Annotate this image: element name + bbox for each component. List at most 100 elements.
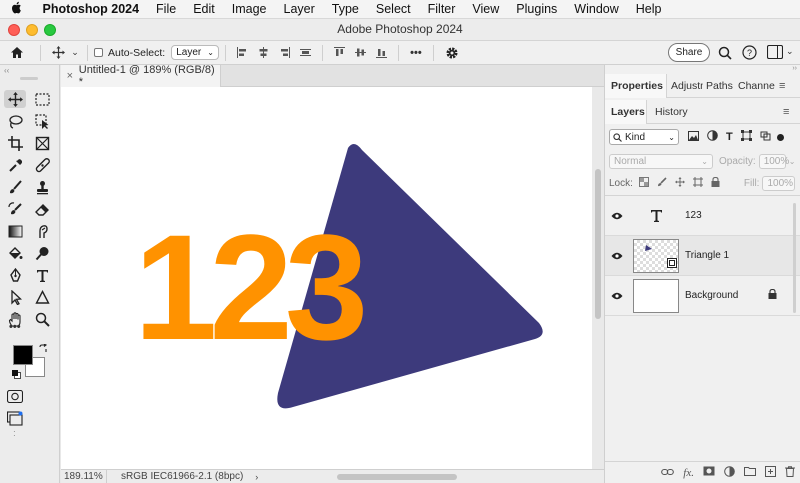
more-options-button[interactable]: ••• [405,47,427,59]
align-bottom-edges-icon[interactable] [371,47,392,58]
layer-row-123[interactable]: 123 [605,196,800,236]
vertical-scrollbar[interactable] [592,87,604,469]
fill-input[interactable]: 100% [762,175,796,191]
link-layers-icon[interactable] [661,467,675,479]
gear-icon[interactable] [440,46,464,60]
distribute-vertical-icon[interactable] [295,47,316,58]
blend-mode-dropdown[interactable]: Normal ⌄ [609,153,713,169]
history-brush-tool[interactable] [4,200,26,218]
search-icon[interactable] [718,46,732,60]
panel-grip[interactable] [20,77,38,80]
chevron-down-icon[interactable]: ⌄ [786,46,794,57]
screen-mode-icon[interactable] [4,409,26,427]
layers-scrollbar[interactable] [793,203,796,313]
align-top-edges-icon[interactable] [329,47,350,58]
share-button[interactable]: Share [668,43,710,62]
smart-object-filter-icon[interactable] [760,130,771,144]
menu-image[interactable]: Image [223,2,275,16]
close-tab-icon[interactable]: × [61,70,79,82]
new-group-folder-icon[interactable] [744,466,756,479]
menu-select[interactable]: Select [367,2,419,16]
eraser-tool[interactable] [31,200,53,218]
quick-mask-icon[interactable] [4,387,26,405]
eye-icon[interactable] [605,292,629,300]
menu-window[interactable]: Window [566,2,627,16]
paint-bucket-tool[interactable] [4,244,26,262]
move-tool[interactable] [4,90,26,108]
pixel-filter-icon[interactable] [688,130,699,144]
collapse-panel-icon[interactable]: ‹‹ [4,66,9,75]
panel-menu-icon[interactable]: ≡ [783,106,789,118]
lock-image-pixels-icon[interactable] [657,176,667,190]
add-mask-icon[interactable] [703,466,715,479]
lock-position-icon[interactable] [674,176,685,190]
menu-view[interactable]: View [464,2,508,16]
filter-toggle-icon[interactable] [776,133,784,141]
type-tool[interactable] [31,266,53,284]
edit-toolbar-button[interactable]: ••• [9,321,21,333]
lock-artboard-icon[interactable] [692,176,703,190]
eye-icon[interactable] [605,252,629,260]
type-filter-icon[interactable]: T [726,131,733,143]
apple-icon[interactable] [0,1,34,17]
dodge-tool[interactable] [31,244,53,262]
gradient-tool[interactable] [4,222,26,240]
shape-filter-icon[interactable] [740,130,752,144]
chevron-down-icon[interactable]: ⌄ [69,47,81,58]
default-colors-icon[interactable] [12,370,21,382]
shape-tool[interactable] [31,288,53,306]
menu-layer[interactable]: Layer [275,2,323,16]
lock-transparent-pixels-icon[interactable] [638,176,649,190]
menu-help[interactable]: Help [627,2,670,16]
new-layer-icon[interactable] [765,465,776,480]
auto-select-checkbox[interactable] [94,48,103,57]
layer-row-background[interactable]: Background [605,276,800,316]
tab-properties[interactable]: Properties [605,73,667,98]
clone-stamp-tool[interactable] [31,178,53,196]
lock-all-icon[interactable] [711,176,720,190]
workspace-layout-icon[interactable] [767,45,783,59]
auto-select-target-dropdown[interactable]: Layer ⌄ [171,45,219,60]
zoom-level[interactable]: 189.11% [61,469,107,483]
tab-untitled-1[interactable]: × Untitled-1 @ 189% (RGB/8) * [61,64,221,88]
align-left-edges-icon[interactable] [232,47,253,58]
tab-layers[interactable]: Layers [605,99,647,124]
tab-paths[interactable]: Paths [703,74,735,98]
eyedropper-tool[interactable] [4,156,26,174]
tab-history[interactable]: History [647,100,783,124]
document-canvas[interactable]: 123 [61,87,592,469]
menu-app-name[interactable]: Photoshop 2024 [34,2,148,16]
chevron-down-icon[interactable]: ⌄ [789,157,796,166]
menu-plugins[interactable]: Plugins [508,2,566,16]
layer-kind-filter[interactable]: Kind ⌄ [609,129,679,145]
menu-type[interactable]: Type [323,2,367,16]
lasso-tool[interactable] [4,112,26,130]
vertical-scroll-thumb[interactable] [595,169,601,319]
home-icon[interactable] [0,46,34,59]
menu-file[interactable]: File [148,2,185,16]
menu-edit[interactable]: Edit [185,2,224,16]
marquee-tool[interactable] [31,90,53,108]
tab-channels[interactable]: Channe [735,74,779,98]
zoom-tool[interactable] [31,310,53,328]
frame-tool[interactable] [31,134,53,152]
crop-tool[interactable] [4,134,26,152]
path-selection-tool[interactable] [4,288,26,306]
horizontal-scroll-thumb[interactable] [337,474,457,480]
swap-colors-icon[interactable] [39,343,48,356]
chevron-right-icon[interactable]: › [255,472,258,482]
panel-menu-icon[interactable]: ≡ [779,80,785,92]
help-icon[interactable]: ? [742,45,757,60]
pen-tool[interactable] [4,266,26,284]
delete-layer-trash-icon[interactable] [785,465,795,480]
align-vertical-centers-icon[interactable] [350,47,371,58]
move-tool-preset-icon[interactable] [47,46,69,59]
lock-icon[interactable] [768,288,777,302]
object-selection-tool[interactable] [31,112,53,130]
tab-adjustments[interactable]: Adjustm [667,74,703,98]
layer-row-triangle-1[interactable]: Triangle 1 [605,236,800,276]
opacity-input[interactable]: 100% [758,153,789,169]
menu-filter[interactable]: Filter [419,2,464,16]
align-horizontal-centers-icon[interactable] [253,47,274,58]
new-fill-adjustment-icon[interactable] [724,465,735,480]
